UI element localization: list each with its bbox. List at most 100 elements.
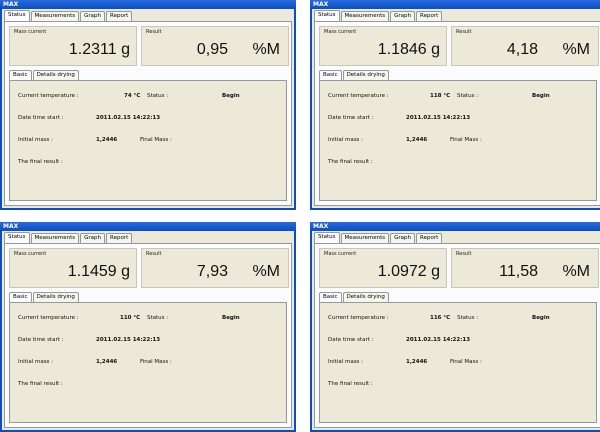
main-tabs: Status Measurements Graph Report — [314, 10, 443, 21]
result-box: Result 11,58 %M — [451, 248, 599, 288]
window-title: MAX — [310, 222, 600, 231]
tab-status[interactable]: Status — [4, 232, 30, 243]
status-label: Status : — [457, 93, 479, 99]
tab-graph[interactable]: Graph — [80, 11, 106, 21]
status-page: Mass current 1.2311 g Result 0,95 %M Bas… — [4, 21, 292, 206]
window-client: Status Measurements Graph Report Mass cu… — [312, 231, 600, 430]
status-label: Status : — [147, 93, 169, 99]
mass-current-label: Mass current — [324, 251, 357, 257]
window-title: MAX — [0, 0, 296, 9]
initial-mass-value: 1,2446 — [406, 359, 428, 365]
app-window: MAX Status Measurements Graph Report Mas… — [0, 222, 296, 432]
result-value: 4,18 — [506, 41, 538, 58]
initial-mass-label: Initial mass : — [18, 137, 54, 143]
final-result-label: The final result : — [18, 381, 63, 387]
status-page: Mass current 1.1459 g Result 7,93 %M Bas… — [4, 243, 292, 428]
date-time-start-value: 2011.02.15 14:22:13 — [406, 337, 471, 343]
tab-graph[interactable]: Graph — [390, 233, 416, 243]
initial-mass-value: 1,2446 — [96, 359, 118, 365]
result-label: Result — [456, 29, 472, 35]
mass-current-box: Mass current 1.1459 g — [9, 248, 137, 288]
subtab-details-drying[interactable]: Details drying — [32, 70, 79, 80]
initial-mass-label: Initial mass : — [328, 359, 364, 365]
tab-measurements[interactable]: Measurements — [30, 11, 80, 21]
status-value: Begin — [532, 93, 550, 99]
initial-mass-label: Initial mass : — [328, 137, 364, 143]
subtab-basic[interactable]: Basic — [319, 70, 342, 80]
date-time-start-value: 2011.02.15 14:22:13 — [96, 337, 161, 343]
basic-panel: Current temperature : 118 °C Status : Be… — [319, 80, 597, 201]
basic-panel: Current temperature : 110 °C Status : Be… — [9, 302, 287, 423]
final-result-label: The final result : — [328, 381, 373, 387]
date-time-start-label: Date time start : — [328, 337, 374, 343]
status-label: Status : — [147, 315, 169, 321]
tab-status[interactable]: Status — [314, 10, 340, 21]
subtab-basic[interactable]: Basic — [9, 70, 32, 80]
main-tabs: Status Measurements Graph Report — [314, 232, 443, 243]
result-label: Result — [146, 251, 162, 257]
basic-panel: Current temperature : 116 °C Status : Be… — [319, 302, 597, 423]
tab-graph[interactable]: Graph — [80, 233, 106, 243]
app-window: MAX Status Measurements Graph Report Mas… — [310, 222, 600, 432]
final-mass-label: Final Mass : — [450, 137, 482, 143]
tab-status[interactable]: Status — [4, 10, 30, 21]
window-client: Status Measurements Graph Report Mass cu… — [2, 9, 294, 208]
main-tabs: Status Measurements Graph Report — [4, 232, 133, 243]
mass-current-box: Mass current 1.2311 g — [9, 26, 137, 66]
tab-graph[interactable]: Graph — [390, 11, 416, 21]
app-window: MAX Status Measurements Graph Report Mas… — [0, 0, 296, 210]
tab-report[interactable]: Report — [106, 233, 133, 243]
window-client: Status Measurements Graph Report Mass cu… — [312, 9, 600, 208]
sub-tabs: Basic Details drying — [9, 292, 80, 302]
date-time-start-label: Date time start : — [18, 337, 64, 343]
sub-tabs: Basic Details drying — [9, 70, 80, 80]
result-value: 0,95 — [196, 41, 228, 58]
result-label: Result — [456, 251, 472, 257]
mass-current-value: 1.0972 g — [377, 263, 440, 280]
mass-current-value: 1.1846 g — [377, 41, 440, 58]
current-temperature-label: Current temperature : — [18, 93, 79, 99]
tab-status[interactable]: Status — [314, 232, 340, 243]
subtab-basic[interactable]: Basic — [319, 292, 342, 302]
current-temperature-label: Current temperature : — [328, 315, 389, 321]
current-temperature-value: 110 °C — [120, 315, 141, 321]
main-tabs: Status Measurements Graph Report — [4, 10, 133, 21]
tab-report[interactable]: Report — [106, 11, 133, 21]
tab-measurements[interactable]: Measurements — [340, 11, 390, 21]
tab-report[interactable]: Report — [416, 11, 443, 21]
current-temperature-label: Current temperature : — [18, 315, 79, 321]
result-box: Result 4,18 %M — [451, 26, 599, 66]
tab-measurements[interactable]: Measurements — [340, 233, 390, 243]
tab-report[interactable]: Report — [416, 233, 443, 243]
result-value: 11,58 — [499, 263, 538, 280]
subtab-basic[interactable]: Basic — [9, 292, 32, 302]
subtab-details-drying[interactable]: Details drying — [342, 70, 389, 80]
status-page: Mass current 1.1846 g Result 4,18 %M Bas… — [314, 21, 600, 206]
mass-current-label: Mass current — [14, 251, 47, 257]
result-unit: %M — [252, 41, 280, 58]
sub-tabs: Basic Details drying — [319, 70, 390, 80]
final-mass-label: Final Mass : — [140, 137, 172, 143]
window-title: MAX — [0, 222, 296, 231]
subtab-details-drying[interactable]: Details drying — [32, 292, 79, 302]
initial-mass-value: 1,2446 — [406, 137, 428, 143]
mass-current-box: Mass current 1.0972 g — [319, 248, 447, 288]
current-temperature-value: 118 °C — [430, 93, 451, 99]
current-temperature-value: 116 °C — [430, 315, 451, 321]
subtab-details-drying[interactable]: Details drying — [342, 292, 389, 302]
initial-mass-value: 1,2446 — [96, 137, 118, 143]
status-value: Begin — [222, 93, 240, 99]
result-value: 7,93 — [196, 263, 228, 280]
initial-mass-label: Initial mass : — [18, 359, 54, 365]
final-result-label: The final result : — [18, 159, 63, 165]
date-time-start-value: 2011.02.15 14:22:13 — [406, 115, 471, 121]
current-temperature-value: 74 °C — [124, 93, 141, 99]
tab-measurements[interactable]: Measurements — [30, 233, 80, 243]
result-unit: %M — [562, 41, 590, 58]
result-box: Result 0,95 %M — [141, 26, 289, 66]
date-time-start-value: 2011.02.15 14:22:13 — [96, 115, 161, 121]
window-title: MAX — [310, 0, 600, 9]
status-label: Status : — [457, 315, 479, 321]
status-value: Begin — [222, 315, 240, 321]
mass-current-value: 1.2311 g — [68, 41, 130, 58]
